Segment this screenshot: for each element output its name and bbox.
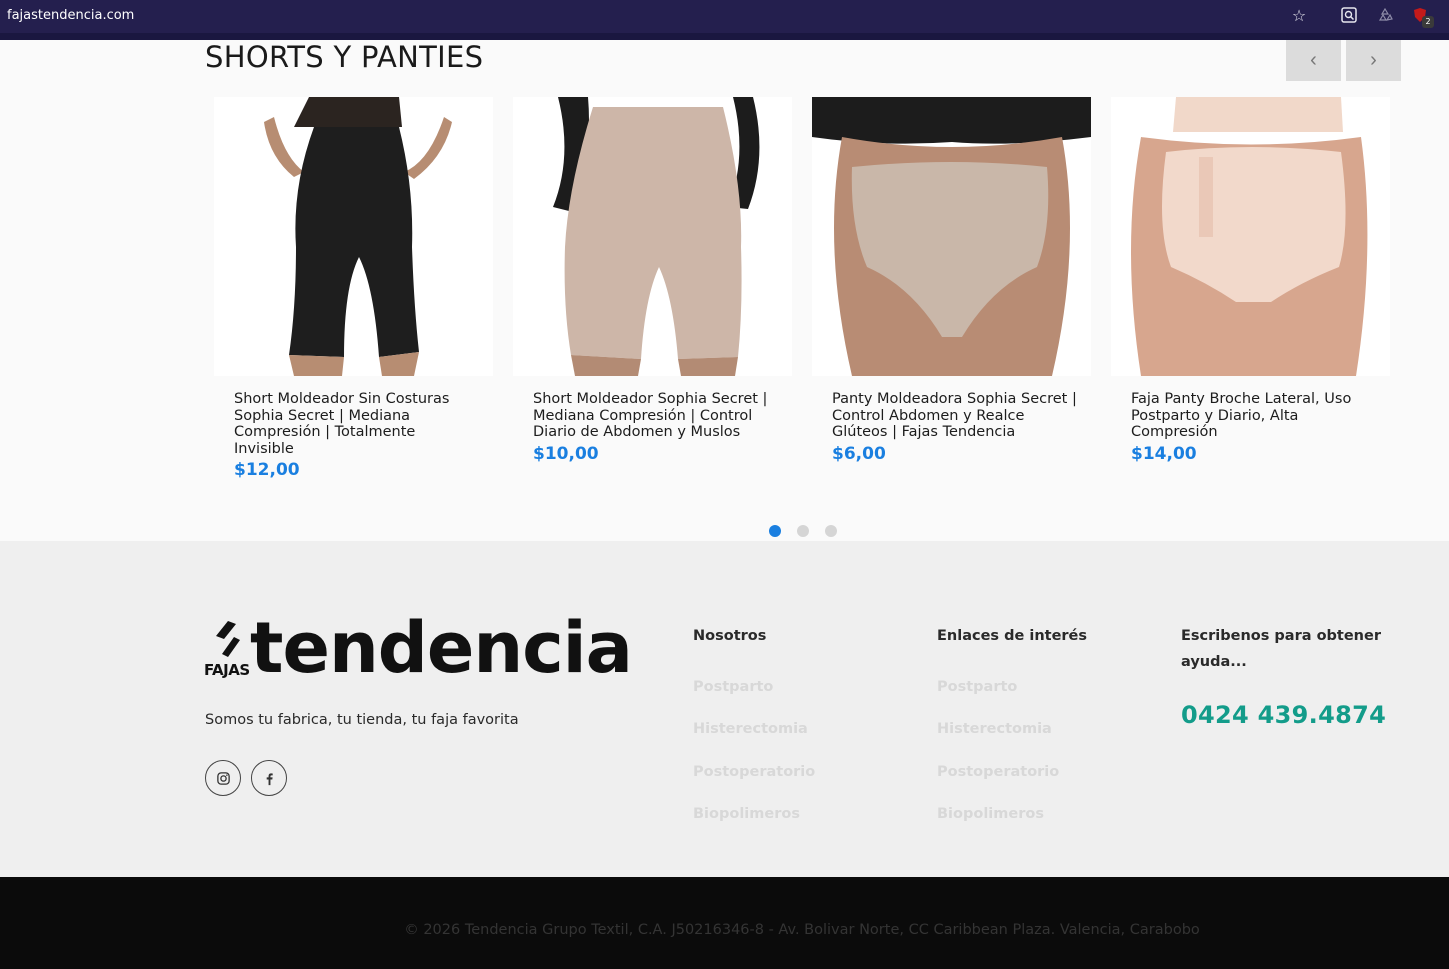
product-title[interactable]: Faja Panty Broche Lateral, Uso Postparto… bbox=[1131, 391, 1376, 441]
footer-link-postparto[interactable]: Postparto bbox=[937, 679, 1017, 695]
footer-link-biopolimeros[interactable]: Biopolimeros bbox=[693, 806, 800, 822]
footer-heading-enlaces: Enlaces de interés bbox=[937, 628, 1088, 644]
facebook-link[interactable] bbox=[251, 760, 287, 796]
products-section: SHORTS Y PANTIES ‹ › Short Moldeador Sin… bbox=[0, 40, 1449, 541]
footer-heading-ayuda: Escribenos para obtener ayuda... bbox=[1181, 628, 1381, 670]
footer-link-biopolimeros[interactable]: Biopolimeros bbox=[937, 806, 1044, 822]
section-title: SHORTS Y PANTIES bbox=[205, 40, 484, 74]
footer-link-postparto[interactable]: Postparto bbox=[693, 679, 773, 695]
logo-small-text: FAJAS bbox=[204, 661, 250, 679]
product-image[interactable] bbox=[1111, 97, 1390, 376]
facebook-icon bbox=[266, 772, 273, 785]
product-price: $12,00 bbox=[234, 460, 300, 480]
recycle-extension-icon[interactable] bbox=[1376, 7, 1394, 25]
product-title[interactable]: Panty Moldeadora Sophia Secret | Control… bbox=[832, 391, 1077, 441]
product-price: $10,00 bbox=[533, 443, 599, 464]
carousel-dot[interactable] bbox=[825, 525, 837, 537]
copyright-text: © 2026 Tendencia Grupo Textil, C.A. J502… bbox=[404, 922, 1200, 938]
carousel-dot[interactable] bbox=[797, 525, 809, 537]
product-price: $14,00 bbox=[1131, 443, 1197, 464]
instagram-icon bbox=[216, 771, 230, 785]
logo-wordmark: tendencia bbox=[250, 607, 633, 689]
product-title[interactable]: Short Moldeador Sin Costuras Sophia Secr… bbox=[234, 391, 479, 457]
site-logo[interactable]: FAJAS tendencia bbox=[204, 613, 633, 689]
extension-badge: 2 bbox=[1422, 16, 1434, 28]
footer-link-postoperatorio[interactable]: Postoperatorio bbox=[937, 764, 1059, 780]
url-text[interactable]: fajastendencia.com bbox=[7, 8, 134, 23]
product-card[interactable]: Panty Moldeadora Sophia Secret | Control… bbox=[812, 97, 1091, 464]
browser-strip bbox=[0, 33, 1449, 40]
footer-heading-nosotros: Nosotros bbox=[693, 628, 767, 644]
product-title[interactable]: Short Moldeador Sophia Secret | Mediana … bbox=[533, 391, 778, 441]
zoom-search-icon[interactable] bbox=[1340, 7, 1358, 25]
footer-tagline: Somos tu fabrica, tu tienda, tu faja fav… bbox=[205, 712, 519, 728]
product-card[interactable]: Short Moldeador Sin Costuras Sophia Secr… bbox=[214, 97, 493, 480]
carousel-next-button[interactable]: › bbox=[1346, 40, 1401, 81]
copyright-bar: © 2026 Tendencia Grupo Textil, C.A. J502… bbox=[0, 877, 1449, 969]
footer-link-histerectomia[interactable]: Histerectomia bbox=[693, 721, 808, 737]
product-card[interactable]: Faja Panty Broche Lateral, Uso Postparto… bbox=[1111, 97, 1390, 464]
instagram-link[interactable] bbox=[205, 760, 241, 796]
carousel-prev-button[interactable]: ‹ bbox=[1286, 40, 1341, 81]
site-footer: FAJAS tendencia Somos tu fabrica, tu tie… bbox=[0, 541, 1449, 877]
product-image[interactable] bbox=[214, 97, 493, 376]
product-image[interactable] bbox=[812, 97, 1091, 376]
bookmark-star-icon[interactable]: ☆ bbox=[1290, 7, 1308, 25]
browser-address-bar: fajastendencia.com ☆ 2 bbox=[0, 0, 1449, 33]
product-price: $6,00 bbox=[832, 443, 886, 464]
carousel-dot[interactable] bbox=[769, 525, 781, 537]
logo-slash-icon bbox=[216, 621, 240, 657]
footer-link-postoperatorio[interactable]: Postoperatorio bbox=[693, 764, 815, 780]
product-card[interactable]: Short Moldeador Sophia Secret | Mediana … bbox=[513, 97, 792, 464]
footer-phone-link[interactable]: 0424 439.4874 bbox=[1181, 701, 1386, 729]
footer-link-histerectomia[interactable]: Histerectomia bbox=[937, 721, 1052, 737]
product-image[interactable] bbox=[513, 97, 792, 376]
